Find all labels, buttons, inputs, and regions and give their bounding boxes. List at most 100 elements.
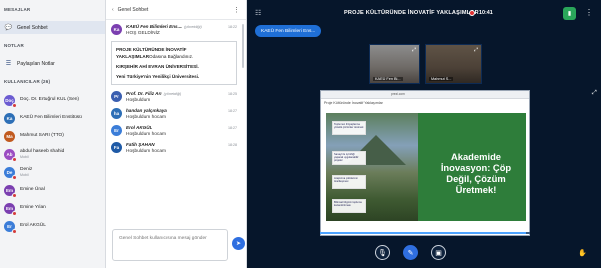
avatar: Er <box>111 125 122 136</box>
back-icon[interactable]: ‹ <box>112 7 114 13</box>
chat-scrollbar[interactable] <box>242 24 244 68</box>
sender-name: Fatih ŞAHAN <box>126 142 155 147</box>
shared-screen: prezi.com Proje Kültüründe İnovatif Yakl… <box>320 90 530 236</box>
avatar: Ka <box>4 112 15 124</box>
avatar: De <box>4 166 17 180</box>
slide-photo: Toplumun ihtiyaçlarına yönelik çözümler … <box>326 113 418 221</box>
welcome-notice: PROJE KÜLTÜRÜNDE İNOVATİF YAKLAŞIMLAROda… <box>111 41 237 85</box>
webcam-label: Mahmut S... <box>429 77 454 81</box>
user-name: Doç. Dr. Ertuğrul KUL (Sen) <box>20 97 80 102</box>
notice-after: Odasına Bağlandınız. <box>149 54 194 59</box>
message-list: Ka KAEÜ Fen Bilimleri Ens.... (yönetdiği)… <box>106 20 240 226</box>
slide-box: Araştırma çıktılarının ticarileşmesi <box>332 175 366 189</box>
meeting-title: PROJE KÜLTÜRÜNDE İNOVATİF YAKLAŞIMLAR <box>344 10 479 16</box>
webcam-tile[interactable]: ⤢ Mahmut S... <box>425 44 482 84</box>
chat-message: Pr Prof. Dr. Filiz Arı (yönetdiği) 18:25 H… <box>111 91 237 103</box>
slide-box-text: Toplumun ihtiyaçlarına yönelik çözümler … <box>334 123 364 130</box>
user-name: Erol AKGÜL <box>20 223 46 228</box>
sender-role: (yönetdiği) <box>163 92 182 96</box>
expand-icon[interactable]: ⤢ <box>474 47 478 53</box>
raise-hand-button[interactable]: ✋ <box>575 245 590 260</box>
shared-notes-label: Paylaşılan Notlar <box>17 60 55 67</box>
message-text: HOŞ GELDİNİZ <box>126 31 160 36</box>
avatar-initials: Ma <box>6 133 13 139</box>
user-item[interactable]: Doç Doç. Dr. Ertuğrul KUL (Sen) <box>0 91 105 109</box>
users-header: KULLANICILAR (26) <box>4 79 51 84</box>
avatar-initials: Ab <box>6 151 13 157</box>
chat-panel: ‹ Genel Sohbet ⋮ Ka KAEÜ Fen Bilimleri E… <box>106 0 247 268</box>
avatar: Er <box>4 220 17 234</box>
avatar: Ka <box>111 24 122 35</box>
expand-icon[interactable]: ⤢ <box>412 47 416 53</box>
user-list: Doç Doç. Dr. Ertuğrul KUL (Sen) Ka KAEÜ … <box>0 91 105 235</box>
sender-name: handan yalçınkaya <box>126 108 167 113</box>
connection-status-icon[interactable]: ▮ <box>563 7 576 20</box>
slide-box: Sanayi ile iş birliği yaparak uygulanabi… <box>332 151 366 165</box>
notes-icon: ☰ <box>5 61 12 67</box>
chat-icon: 💬 <box>4 25 13 31</box>
message-time: 18:28 <box>228 143 237 147</box>
user-name: abdul haseeb shahid <box>20 148 65 154</box>
notice-line2: KIRŞEHİR AHİ EVRAN ÜNİVERSİTESİ. <box>116 64 199 69</box>
user-item[interactable]: Em Emine Yılan <box>0 199 105 217</box>
avatar: Em <box>4 184 17 198</box>
record-time: 10:41 <box>479 10 493 16</box>
avatar: Fa <box>111 142 122 153</box>
muted-mic-icon <box>12 210 17 216</box>
user-item[interactable]: De Deniz Mobil <box>0 163 105 181</box>
webcam-label: KAEÜ Fen Bi... <box>373 77 403 81</box>
message-time: 18:25 <box>228 92 237 96</box>
slide-box: Toplumun ihtiyaçlarına yönelik çözümler … <box>332 121 366 135</box>
public-chat-item[interactable]: 💬 Genel Sohbet <box>0 21 105 34</box>
send-button[interactable]: ➤ <box>232 237 245 250</box>
slide-box-text: Araştırma çıktılarının ticarileşmesi <box>334 177 358 184</box>
user-item[interactable]: Er Erol AKGÜL <box>0 217 105 235</box>
microphone-button[interactable]: 🎙 <box>375 245 390 260</box>
avatar: Em <box>4 202 17 216</box>
presentation-progress[interactable] <box>320 232 530 234</box>
message-time: 18:27 <box>228 126 237 130</box>
message-time: 18:27 <box>228 109 237 113</box>
user-sidebar: MESAJLAR 💬 Genel Sohbet NOTLAR ☰ Paylaşı… <box>0 0 106 268</box>
sender-role: (yönetdiği) <box>184 25 202 29</box>
avatar: Ab <box>4 148 17 162</box>
progress-fill <box>320 232 526 234</box>
avatar: Ma <box>4 130 15 142</box>
recording-indicator[interactable]: 10:41 <box>469 10 493 16</box>
avatar: Doç <box>4 94 17 108</box>
webcam-tile[interactable]: ⤢ KAEÜ Fen Bi... <box>369 44 420 84</box>
message-text: Hoşbuldum hocam <box>126 149 166 154</box>
avatar: ha <box>111 108 122 119</box>
avatar-initials: Ka <box>6 115 13 121</box>
share-button[interactable]: ✎ <box>403 245 418 260</box>
avatar-initials: Em <box>5 187 13 193</box>
user-item[interactable]: Em Emine Ünal <box>0 181 105 199</box>
options-menu-icon[interactable]: ⋮ <box>585 8 593 17</box>
chat-options-icon[interactable]: ⋮ <box>233 6 240 14</box>
fullscreen-icon[interactable]: ⤢ <box>592 90 597 97</box>
message-time: 18:22 <box>228 25 237 29</box>
avatar-initials: Em <box>5 205 13 211</box>
users-toggle-icon[interactable]: ☷ <box>255 9 261 17</box>
muted-mic-icon <box>12 228 17 234</box>
notice-line3: Yeni Türkiye'nin Yenilikçi Üniversitesi. <box>116 74 200 79</box>
slide-box-text: Bilimsel bilginin topluma kazandırılması <box>334 201 362 208</box>
slide-headline: Akademide İnovasyon: Çöp Değil, Çözüm Ür… <box>440 151 512 195</box>
messages-header: MESAJLAR <box>4 7 31 12</box>
presenter-name: KAEÜ Fen Bilimleri Ens... <box>261 28 316 34</box>
user-item[interactable]: Ab abdul haseeb shahid Mobil <box>0 145 105 163</box>
chat-title: Genel Sohbet <box>117 6 149 13</box>
muted-mic-icon <box>12 192 17 198</box>
user-item[interactable]: Ma Mahmut SARI (TTO) <box>0 127 105 145</box>
camera-button[interactable]: ▣ <box>431 245 446 260</box>
shared-notes-item[interactable]: ☰ Paylaşılan Notlar <box>0 57 105 70</box>
chat-message-input[interactable] <box>112 229 228 261</box>
message-text: Hoşbuldum <box>126 98 151 103</box>
chat-message: Ka KAEÜ Fen Bilimleri Ens.... (yönetdiği)… <box>111 24 237 36</box>
slide-box-text: Sanayi ile iş birliği yaparak uygulanabi… <box>334 153 359 163</box>
avatar-initials: Er <box>7 223 12 229</box>
slide-box: Bilimsel bilginin topluma kazandırılması <box>332 199 366 213</box>
record-dot-icon <box>469 10 475 16</box>
sender-name: Erol AKGÜL <box>126 125 153 130</box>
user-item[interactable]: Ka KAEÜ Fen Bilimleri Enstitüsü <box>0 109 105 127</box>
